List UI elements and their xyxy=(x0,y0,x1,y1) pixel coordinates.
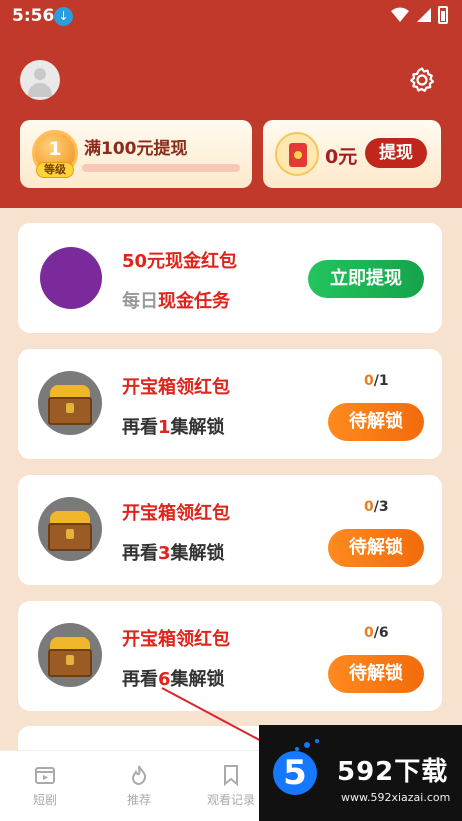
nav-label: 短剧 xyxy=(32,793,57,807)
nav-label: 观看记录 xyxy=(206,793,255,807)
task-progress-total: /6 xyxy=(373,625,389,641)
unlock-button[interactable]: 待解锁 xyxy=(328,655,424,693)
task-card: 开宝箱领红包 再看6集解锁 0/6 待解锁 xyxy=(18,601,442,711)
task-progress-current: 0 xyxy=(364,625,374,641)
bookmark-icon xyxy=(224,765,238,787)
status-time: 5:56 xyxy=(12,6,55,26)
promo-image xyxy=(40,247,102,309)
task-sub-post: 集解锁 xyxy=(170,669,225,690)
watermark-title: 592下载 xyxy=(337,757,449,787)
promo-title: 50元现金红包 xyxy=(122,251,238,272)
task-card: 开宝箱领红包 再看3集解锁 0/3 待解锁 xyxy=(18,475,442,585)
nav-item-recommend[interactable]: 推荐 xyxy=(94,763,184,808)
promo-subtitle-prefix: 每日 xyxy=(122,291,158,312)
avatar-body-shape xyxy=(28,83,52,97)
task-subtitle: 再看6集解锁 xyxy=(122,665,225,691)
task-progress-current: 0 xyxy=(364,499,374,515)
treasure-chest-icon xyxy=(38,623,102,687)
promo-subtitle: 每日现金任务 xyxy=(122,287,230,313)
avatar[interactable] xyxy=(20,60,60,100)
status-bar: 5:56 ↓ xyxy=(0,0,462,34)
level-goal-text: 满100元提现 xyxy=(84,139,188,159)
task-card: 开宝箱领红包 再看1集解锁 0/1 待解锁 xyxy=(18,349,442,459)
task-title: 开宝箱领红包 xyxy=(122,377,230,398)
task-sub-post: 集解锁 xyxy=(170,417,225,438)
download-icon: ↓ xyxy=(54,7,73,26)
task-progress-total: /1 xyxy=(373,373,389,389)
red-envelope-icon xyxy=(275,132,319,176)
promo-subtitle-highlight: 现金任务 xyxy=(158,291,230,312)
task-episode-count: 6 xyxy=(158,669,171,690)
task-progress-count: 0/6 xyxy=(364,625,389,641)
task-title: 开宝箱领红包 xyxy=(122,629,230,650)
cash-card: 0元 提现 xyxy=(263,120,441,188)
task-sub-pre: 再看 xyxy=(122,669,158,690)
treasure-chest-icon xyxy=(38,371,102,435)
signal-icon xyxy=(417,8,431,22)
nav-item-shorts[interactable]: 短剧 xyxy=(0,763,90,808)
task-progress-total: /3 xyxy=(373,499,389,515)
task-sub-post: 集解锁 xyxy=(170,543,225,564)
withdraw-button[interactable]: 提现 xyxy=(365,138,427,168)
level-progress-bar xyxy=(82,164,240,172)
level-tag: 等级 xyxy=(36,162,74,178)
task-progress-count: 0/3 xyxy=(364,499,389,515)
watermark-logo: 5 592下载 www.592xiazai.com xyxy=(259,725,462,821)
treasure-chest-icon xyxy=(38,497,102,561)
task-episode-count: 1 xyxy=(158,417,171,438)
task-subtitle: 再看3集解锁 xyxy=(122,539,225,565)
gear-icon[interactable] xyxy=(408,66,436,94)
task-subtitle: 再看1集解锁 xyxy=(122,413,225,439)
task-sub-pre: 再看 xyxy=(122,543,158,564)
task-progress-count: 0/1 xyxy=(364,373,389,389)
task-episode-count: 3 xyxy=(158,543,171,564)
avatar-head-shape xyxy=(34,68,46,80)
task-progress-current: 0 xyxy=(364,373,374,389)
cash-amount: 0元 xyxy=(325,146,358,168)
task-sub-pre: 再看 xyxy=(122,417,158,438)
nav-label: 推荐 xyxy=(126,793,151,807)
withdraw-now-button[interactable]: 立即提现 xyxy=(308,260,424,298)
status-icons xyxy=(390,6,448,24)
level-number: 1 xyxy=(48,138,62,160)
flame-icon xyxy=(131,765,147,786)
battery-icon xyxy=(438,6,448,24)
watermark-url: www.592xiazai.com xyxy=(341,791,451,804)
task-title: 开宝箱领红包 xyxy=(122,503,230,524)
wifi-icon xyxy=(391,7,409,22)
unlock-button[interactable]: 待解锁 xyxy=(328,403,424,441)
watermark-badge: 5 xyxy=(273,751,317,795)
level-card[interactable]: 1 等级 满100元提现 xyxy=(20,120,252,188)
video-icon xyxy=(35,767,55,784)
promo-card: 50元现金红包 每日现金任务 立即提现 xyxy=(18,223,442,333)
unlock-button[interactable]: 待解锁 xyxy=(328,529,424,567)
